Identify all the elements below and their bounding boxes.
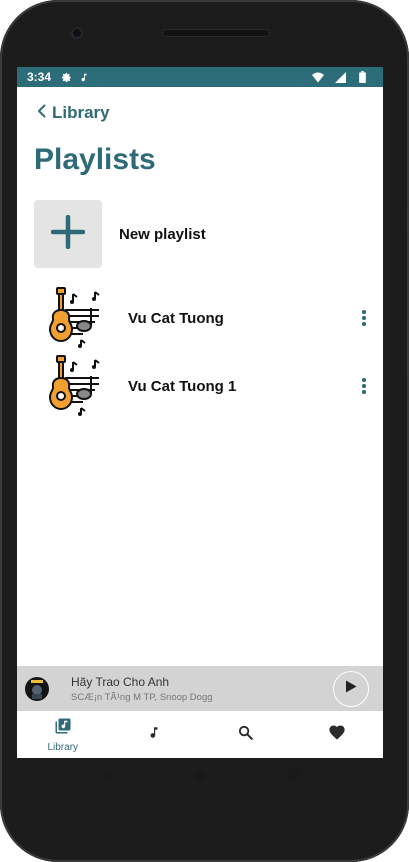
chevron-left-icon: [37, 104, 46, 123]
new-playlist-button[interactable]: New playlist: [34, 200, 374, 268]
back-link-label: Library: [52, 103, 110, 122]
mini-player[interactable]: Hãy Trao Cho Anh SCÆ¡n TÃ¹ng M TP, Snoop…: [17, 666, 383, 711]
library-music-icon: [54, 717, 72, 740]
new-playlist-tile: [34, 200, 102, 268]
wifi-icon: [311, 70, 325, 84]
new-playlist-label: New playlist: [119, 225, 206, 243]
nav-tab-library[interactable]: Library: [17, 711, 109, 758]
system-navigation-bar: [17, 758, 383, 798]
guitar-music-icon: [43, 286, 109, 350]
status-time: 3:34: [27, 70, 52, 84]
nav-tab-favorites[interactable]: [292, 711, 384, 758]
guitar-music-icon: [43, 354, 109, 418]
nav-tab-search[interactable]: [200, 711, 292, 758]
music-note-icon: [147, 724, 161, 746]
plus-icon: [50, 214, 86, 254]
more-vertical-icon[interactable]: [354, 303, 374, 333]
nav-tab-songs[interactable]: [109, 711, 201, 758]
settings-icon: [59, 70, 73, 84]
earpiece-speaker: [162, 29, 270, 37]
play-icon: [345, 680, 357, 698]
home-circle-icon[interactable]: [193, 769, 207, 788]
front-camera: [71, 27, 83, 39]
recents-square-icon[interactable]: [289, 769, 303, 787]
playlist-name: Vu Cat Tuong: [128, 309, 224, 327]
playlist-name: Vu Cat Tuong 1: [128, 377, 237, 395]
playlist-item[interactable]: Vu Cat Tuong: [43, 286, 383, 350]
play-button[interactable]: [333, 670, 369, 707]
playlist-item[interactable]: Vu Cat Tuong 1: [43, 354, 383, 418]
heart-icon: [328, 724, 346, 745]
album-art: [25, 676, 49, 701]
now-playing-title: Hãy Trao Cho Anh: [71, 674, 170, 689]
more-vertical-icon[interactable]: [354, 371, 374, 401]
status-bar: 3:34: [17, 67, 383, 87]
page-title: Playlists: [34, 143, 156, 176]
search-icon: [237, 724, 254, 746]
music-note-icon: [77, 70, 91, 84]
back-triangle-icon[interactable]: [98, 769, 112, 788]
phone-frame: 3:34 Library Playlists New playlist Vu C…: [0, 0, 409, 862]
signal-icon: [333, 70, 347, 84]
back-to-library-link[interactable]: Library: [37, 101, 110, 125]
nav-tab-label: Library: [47, 741, 79, 753]
app-screen: 3:34 Library Playlists New playlist Vu C…: [17, 67, 383, 758]
now-playing-artist: SCÆ¡n TÃ¹ng M TP, Snoop Dogg: [71, 691, 213, 703]
battery-icon: [355, 70, 369, 84]
bottom-navigation: Library: [17, 711, 383, 758]
